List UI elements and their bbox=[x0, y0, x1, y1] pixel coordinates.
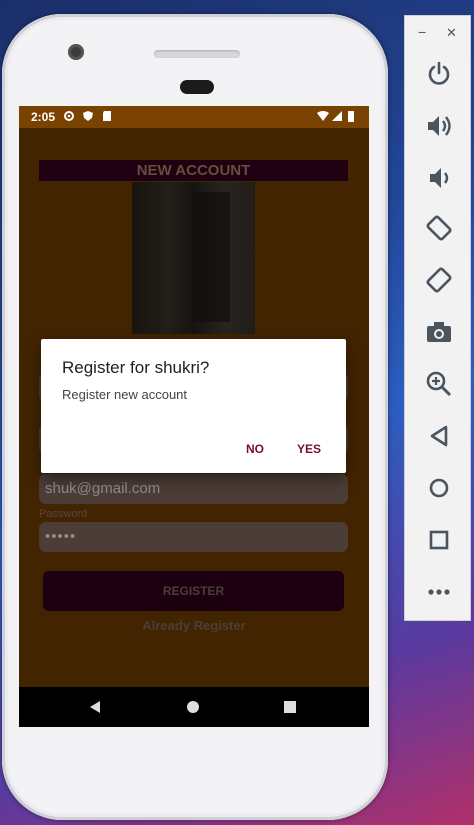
nav-back-icon[interactable] bbox=[85, 697, 105, 717]
power-icon[interactable] bbox=[425, 60, 453, 88]
rotate-left-icon[interactable] bbox=[425, 214, 453, 242]
shield-icon bbox=[83, 111, 93, 121]
overview-icon[interactable] bbox=[425, 526, 453, 554]
yes-button[interactable]: YES bbox=[297, 442, 321, 456]
sd-card-icon bbox=[103, 111, 111, 121]
no-button[interactable]: NO bbox=[246, 442, 264, 456]
speaker-grille bbox=[154, 50, 240, 58]
dialog-title: Register for shukri? bbox=[62, 358, 210, 377]
more-icon[interactable] bbox=[425, 578, 453, 606]
signal-icon bbox=[332, 111, 342, 121]
minimize-button[interactable]: − bbox=[418, 24, 426, 40]
nav-overview-icon[interactable] bbox=[280, 697, 300, 717]
status-time: 2:05 bbox=[31, 110, 56, 124]
back-icon[interactable] bbox=[425, 422, 453, 450]
settings-icon bbox=[64, 111, 74, 121]
status-bar: 2:05 bbox=[19, 106, 369, 128]
rotate-right-icon[interactable] bbox=[425, 266, 453, 294]
volume-down-icon[interactable] bbox=[425, 164, 453, 192]
confirm-dialog: Register for shukri? Register new accoun… bbox=[41, 339, 346, 473]
battery-icon bbox=[348, 111, 354, 122]
camera-icon[interactable] bbox=[425, 318, 453, 346]
wifi-icon bbox=[317, 111, 329, 121]
dialog-message: Register new account bbox=[62, 387, 188, 402]
home-icon[interactable] bbox=[425, 474, 453, 502]
earpiece bbox=[180, 80, 214, 94]
navigation-bar bbox=[19, 687, 369, 727]
close-button[interactable]: ✕ bbox=[446, 25, 457, 41]
front-camera bbox=[68, 44, 84, 60]
zoom-icon[interactable] bbox=[425, 370, 453, 398]
nav-home-icon[interactable] bbox=[183, 697, 203, 717]
emulator-toolbar: − ✕ bbox=[404, 15, 471, 621]
volume-up-icon[interactable] bbox=[425, 112, 453, 140]
